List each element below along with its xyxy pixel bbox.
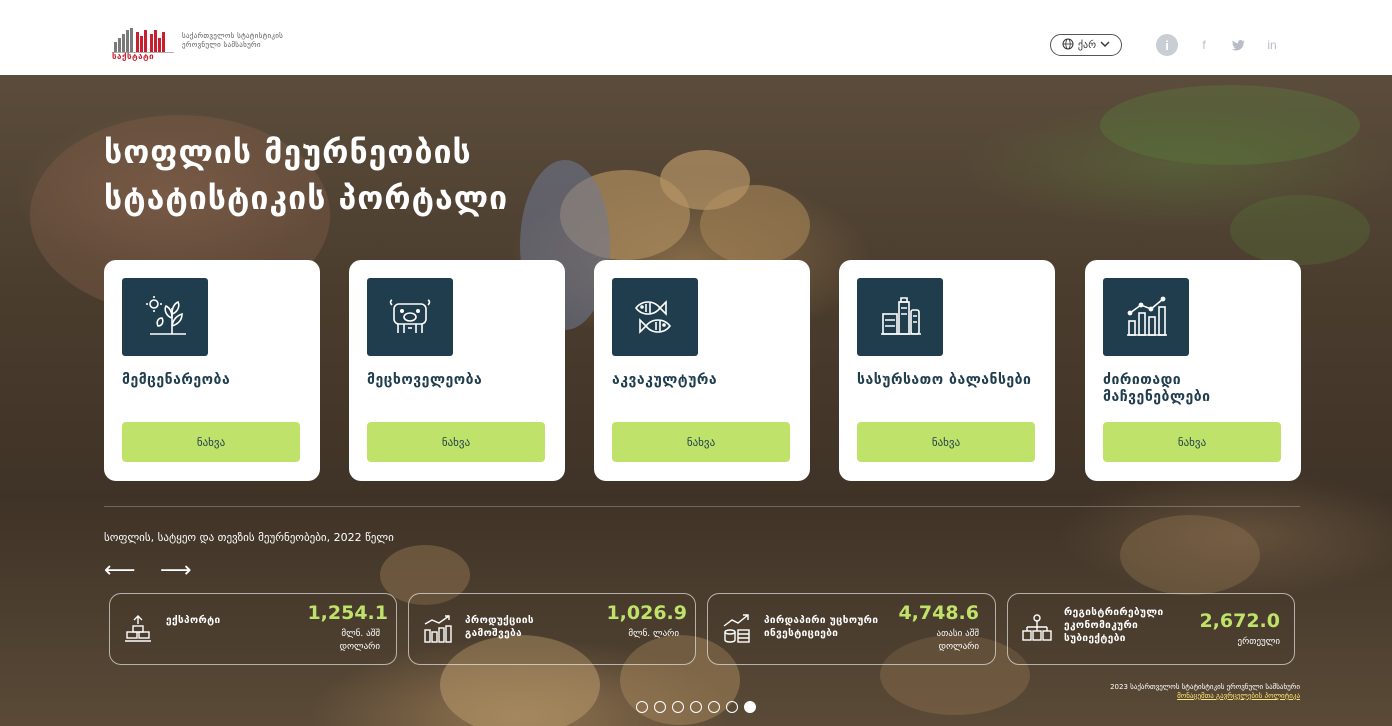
- view-button[interactable]: ნახვა: [1103, 422, 1281, 462]
- food-icon: [857, 278, 943, 356]
- carousel-dots: [636, 701, 756, 713]
- output-icon: [423, 614, 452, 644]
- stat-card-investment[interactable]: პირდაპირი უცხოური ინვესტიციები 4,748.6 ა…: [707, 593, 996, 665]
- carousel-dot[interactable]: [708, 701, 720, 713]
- cow-icon: [367, 278, 453, 356]
- carousel-dot[interactable]: [690, 701, 702, 713]
- next-arrow-button[interactable]: ⟶: [160, 558, 192, 583]
- stats-caption: სოფლის, სატყეო და თევზის მეურნეობები, 20…: [104, 531, 394, 544]
- prev-arrow-button[interactable]: ⟵: [104, 558, 136, 583]
- info-icon[interactable]: i: [1156, 34, 1178, 56]
- carousel-dot[interactable]: [636, 701, 648, 713]
- background-leaves: [1230, 195, 1370, 265]
- carousel-dot[interactable]: [744, 701, 756, 713]
- linkedin-icon[interactable]: in: [1262, 35, 1282, 55]
- facebook-icon[interactable]: f: [1194, 35, 1214, 55]
- stat-label: ექსპორტი: [166, 615, 221, 626]
- stat-unit: მლნ. აშშ დოლარი: [339, 629, 380, 652]
- card-title: მემცენარეობა: [122, 372, 231, 388]
- page-title-line2: სტატისტიკის პორტალი: [104, 179, 509, 217]
- stat-value: 1,026.9: [606, 602, 687, 624]
- investment-icon: [722, 614, 750, 644]
- background-potato: [660, 150, 750, 210]
- category-card-aquaculture: აკვაკულტურა ნახვა: [594, 260, 810, 481]
- language-label: ქარ: [1077, 39, 1097, 51]
- background-leaves: [1100, 85, 1360, 165]
- entities-icon: [1022, 614, 1052, 644]
- view-button[interactable]: ნახვა: [122, 422, 300, 462]
- view-button[interactable]: ნახვა: [367, 422, 545, 462]
- view-button[interactable]: ნახვა: [857, 422, 1035, 462]
- category-card-livestock: მეცხოველეობა ნახვა: [349, 260, 565, 481]
- stat-label: რეგისტრირებული ეკონომიკური სუბიექტები: [1064, 607, 1164, 644]
- org-name: საქართველოს სტატისტიკის ეროვნული სამსახუ…: [182, 32, 283, 50]
- language-select[interactable]: ქარ: [1050, 34, 1122, 56]
- stat-card-entities[interactable]: რეგისტრირებული ეკონომიკური სუბიექტები 2,…: [1007, 593, 1295, 665]
- fish-icon: [612, 278, 698, 356]
- copyright-text: 2023 საქართველოს სტატისტიკის ეროვნული სა…: [1110, 683, 1300, 691]
- stat-label: პირდაპირი უცხოური ინვესტიციები: [764, 615, 879, 639]
- chart-icon: [1103, 278, 1189, 356]
- carousel-dot[interactable]: [726, 701, 738, 713]
- stat-label: პროდუქციის გამოშვება: [465, 615, 534, 639]
- plant-icon: [122, 278, 208, 356]
- site-header: საქსტატი საქართველოს სტატისტიკის ეროვნულ…: [0, 0, 1392, 75]
- card-title: ძირითადი მაჩვენებლები: [1103, 372, 1211, 405]
- carousel-dot[interactable]: [654, 701, 666, 713]
- card-title: აკვაკულტურა: [612, 372, 718, 388]
- stat-unit: მლნ. ლარი: [628, 629, 679, 639]
- geostat-logo[interactable]: საქსტატი: [112, 26, 174, 62]
- category-card-crop-production: მემცენარეობა ნახვა: [104, 260, 320, 481]
- section-divider: [104, 506, 1300, 507]
- export-icon: [124, 614, 152, 644]
- stat-unit: ერთეული: [1237, 637, 1280, 647]
- chevron-down-icon: [1100, 40, 1110, 51]
- category-card-food-balances: სასურსათო ბალანსები ნახვა: [839, 260, 1055, 481]
- logo-wordmark: საქსტატი: [112, 52, 155, 61]
- stat-value: 1,254.1: [307, 602, 388, 624]
- footer-note: 2023 საქართველოს სტატისტიკის ეროვნული სა…: [1110, 683, 1300, 701]
- org-name-line2: ეროვნული სამსახური: [182, 41, 261, 49]
- page-title-line1: სოფლის მეურნეობის: [104, 133, 472, 171]
- card-title: მეცხოველეობა: [367, 372, 483, 388]
- stat-value: 2,672.0: [1199, 610, 1280, 632]
- view-button[interactable]: ნახვა: [612, 422, 790, 462]
- background-potato: [1120, 515, 1260, 595]
- stat-value: 4,748.6: [898, 602, 979, 624]
- org-name-line1: საქართველოს სტატისტიკის: [182, 32, 284, 40]
- carousel-dot[interactable]: [672, 701, 684, 713]
- twitter-icon[interactable]: [1228, 35, 1248, 55]
- card-title: სასურსათო ბალანსები: [857, 372, 1032, 388]
- stat-card-export[interactable]: ექსპორტი 1,254.1 მლნ. აშშ დოლარი: [109, 593, 397, 665]
- hero-banner: სოფლის მეურნეობის სტატისტიკის პორტალი მე…: [0, 75, 1392, 726]
- category-card-key-indicators: ძირითადი მაჩვენებლები ნახვა: [1085, 260, 1301, 481]
- stat-card-output[interactable]: პროდუქციის გამოშვება 1,026.9 მლნ. ლარი: [408, 593, 696, 665]
- page-title: სოფლის მეურნეობის სტატისტიკის პორტალი: [104, 129, 508, 221]
- globe-icon: [1062, 38, 1074, 53]
- stat-unit: ათასი აშშ დოლარი: [936, 629, 979, 652]
- data-policy-link[interactable]: მონაცემთა გავრცელების პოლიტიკა: [1110, 692, 1300, 701]
